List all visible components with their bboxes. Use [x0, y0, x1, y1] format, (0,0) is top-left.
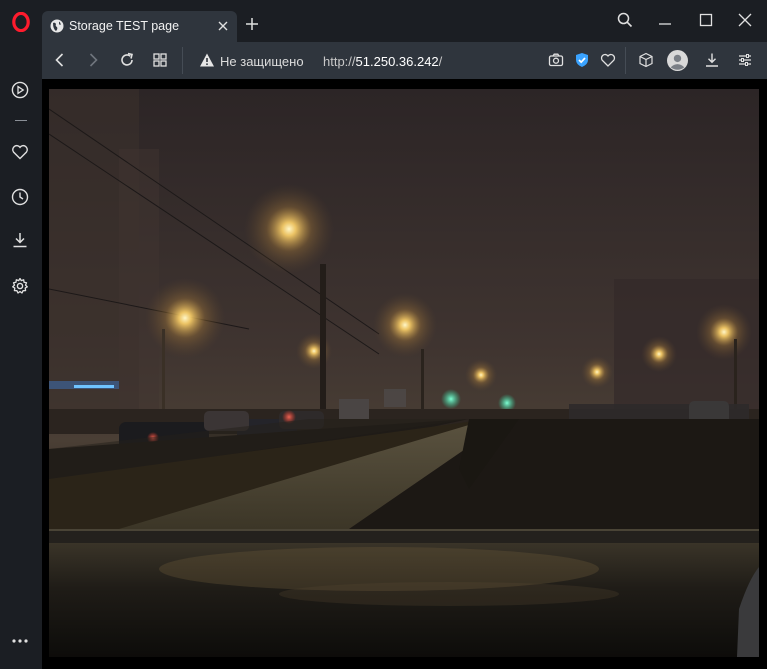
- snapshot-cube-icon[interactable]: [638, 52, 654, 68]
- new-tab-icon[interactable]: [245, 17, 259, 31]
- easy-setup-icon[interactable]: [737, 52, 753, 68]
- history-icon[interactable]: [11, 188, 29, 206]
- tab-active[interactable]: Storage TEST page: [42, 11, 237, 42]
- search-tabs-icon[interactable]: [617, 12, 633, 28]
- camera-icon[interactable]: [548, 52, 564, 68]
- opera-logo-icon[interactable]: [12, 12, 30, 32]
- player-icon[interactable]: [11, 81, 29, 99]
- url-path: /: [438, 54, 443, 69]
- tab-title: Storage TEST page: [69, 19, 180, 33]
- address-bar: Не защищено http://51.250.36.242/: [42, 42, 767, 79]
- close-window-icon[interactable]: [737, 12, 753, 28]
- maximize-icon[interactable]: [698, 12, 714, 28]
- download-icon[interactable]: [704, 52, 720, 68]
- globe-icon: [50, 19, 64, 33]
- close-tab-icon[interactable]: [217, 20, 229, 32]
- toolbar-separator: [625, 47, 626, 74]
- settings-icon[interactable]: [11, 277, 29, 295]
- reload-icon[interactable]: [119, 52, 135, 68]
- warning-icon[interactable]: [199, 52, 215, 68]
- vpn-shield-icon[interactable]: [574, 52, 590, 68]
- back-icon[interactable]: [52, 52, 68, 68]
- page-content: [42, 79, 767, 669]
- url-scheme: http://: [323, 54, 356, 69]
- toolbar-separator: [182, 47, 183, 74]
- sidebar-divider: [15, 120, 27, 121]
- bookmark-heart-icon[interactable]: [600, 52, 616, 68]
- sidebar: [0, 42, 42, 669]
- downloads-icon[interactable]: [11, 231, 29, 249]
- night-street-image: [49, 89, 759, 657]
- security-label[interactable]: Не защищено: [220, 54, 304, 69]
- street-photo: [49, 89, 759, 657]
- speed-dial-icon[interactable]: [152, 52, 168, 68]
- more-icon[interactable]: [11, 632, 29, 650]
- heart-icon[interactable]: [11, 143, 29, 161]
- url-host: 51.250.36.242: [355, 54, 439, 69]
- forward-icon[interactable]: [85, 52, 101, 68]
- minimize-icon[interactable]: [657, 12, 673, 28]
- avatar[interactable]: [667, 50, 688, 71]
- url-field[interactable]: http://51.250.36.242/: [323, 54, 442, 69]
- title-bar: Storage TEST page: [0, 0, 767, 42]
